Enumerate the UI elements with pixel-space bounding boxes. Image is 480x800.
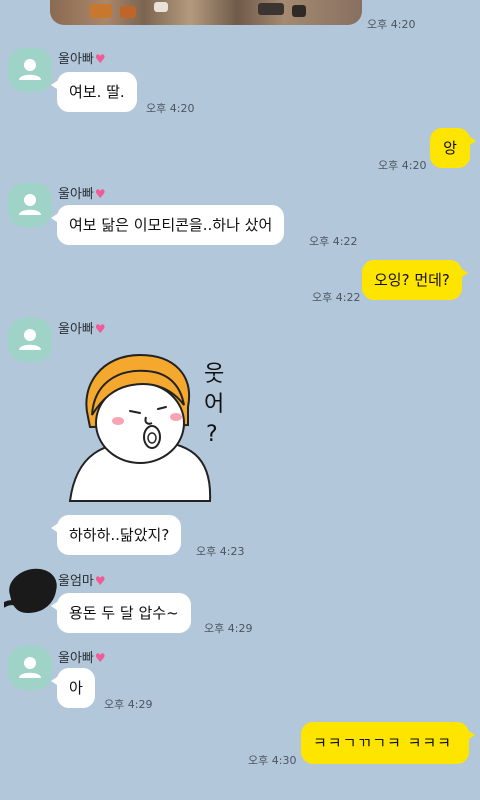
sticker-text: 웃 bbox=[204, 362, 224, 387]
message-time: 오후 4:30 bbox=[248, 754, 297, 767]
message-time: 오후 4:29 bbox=[104, 698, 153, 711]
sticker-text: ? bbox=[206, 422, 218, 447]
message-time: 오후 4:20 bbox=[367, 18, 416, 31]
sender-name: 울아빠♥ bbox=[58, 651, 106, 666]
profile-icon bbox=[19, 657, 41, 678]
message-time: 오후 4:22 bbox=[309, 235, 358, 248]
avatar[interactable] bbox=[8, 48, 52, 92]
message-time: 오후 4:20 bbox=[378, 159, 427, 172]
sender-name: 울아빠♥ bbox=[58, 52, 106, 67]
message-bubble[interactable]: ㅋㅋㄱㄲㄱㅋ ㅋㅋㅋ bbox=[301, 722, 475, 764]
heart-icon: ♥ bbox=[94, 187, 106, 201]
photo-detail bbox=[292, 5, 306, 17]
message-bubble[interactable]: 하하하..닮았지? bbox=[50, 515, 182, 555]
profile-icon bbox=[19, 329, 41, 350]
photo-detail bbox=[90, 4, 112, 18]
profile-icon bbox=[19, 59, 41, 80]
photo-detail bbox=[258, 3, 284, 15]
heart-icon: ♥ bbox=[94, 651, 106, 665]
sticker-text: 어 bbox=[204, 392, 224, 417]
profile-icon bbox=[19, 194, 41, 215]
message-time: 오후 4:29 bbox=[204, 622, 253, 635]
message-bubble[interactable]: 용돈 두 달 압수~ bbox=[51, 593, 191, 633]
sticker-mouth bbox=[143, 425, 161, 449]
message-time: 오후 4:20 bbox=[146, 102, 195, 115]
avatar[interactable] bbox=[8, 646, 52, 690]
photo-detail bbox=[154, 2, 168, 12]
photo-detail bbox=[120, 6, 136, 18]
message-bubble[interactable]: 여보 닮은 이모티콘을..하나 샀어 bbox=[50, 205, 285, 245]
sender-name: 울아빠♥ bbox=[58, 187, 106, 202]
sender-name: 울엄마♥ bbox=[58, 574, 106, 589]
avatar[interactable] bbox=[8, 318, 52, 362]
avatar[interactable] bbox=[8, 183, 52, 227]
message-bubble[interactable]: 앙 bbox=[430, 128, 476, 168]
sticker-cheek bbox=[112, 417, 124, 425]
emoticon-sticker[interactable]: 웃 어 ? bbox=[62, 345, 232, 505]
message-bubble[interactable]: 여보. 딸. bbox=[51, 72, 137, 112]
message-bubble[interactable]: 아 bbox=[51, 668, 95, 708]
censored-avatar-mark bbox=[9, 568, 57, 613]
censored-avatar-mark bbox=[4, 600, 33, 608]
heart-icon: ♥ bbox=[94, 52, 106, 66]
photo-message[interactable] bbox=[50, 0, 362, 25]
sender-name: 울아빠♥ bbox=[58, 322, 106, 337]
sticker-cheek bbox=[170, 413, 182, 421]
heart-icon: ♥ bbox=[94, 574, 106, 588]
heart-icon: ♥ bbox=[94, 322, 106, 336]
message-time: 오후 4:23 bbox=[196, 545, 245, 558]
message-bubble[interactable]: 오잉? 먼데? bbox=[362, 260, 468, 300]
message-time: 오후 4:22 bbox=[312, 291, 361, 304]
